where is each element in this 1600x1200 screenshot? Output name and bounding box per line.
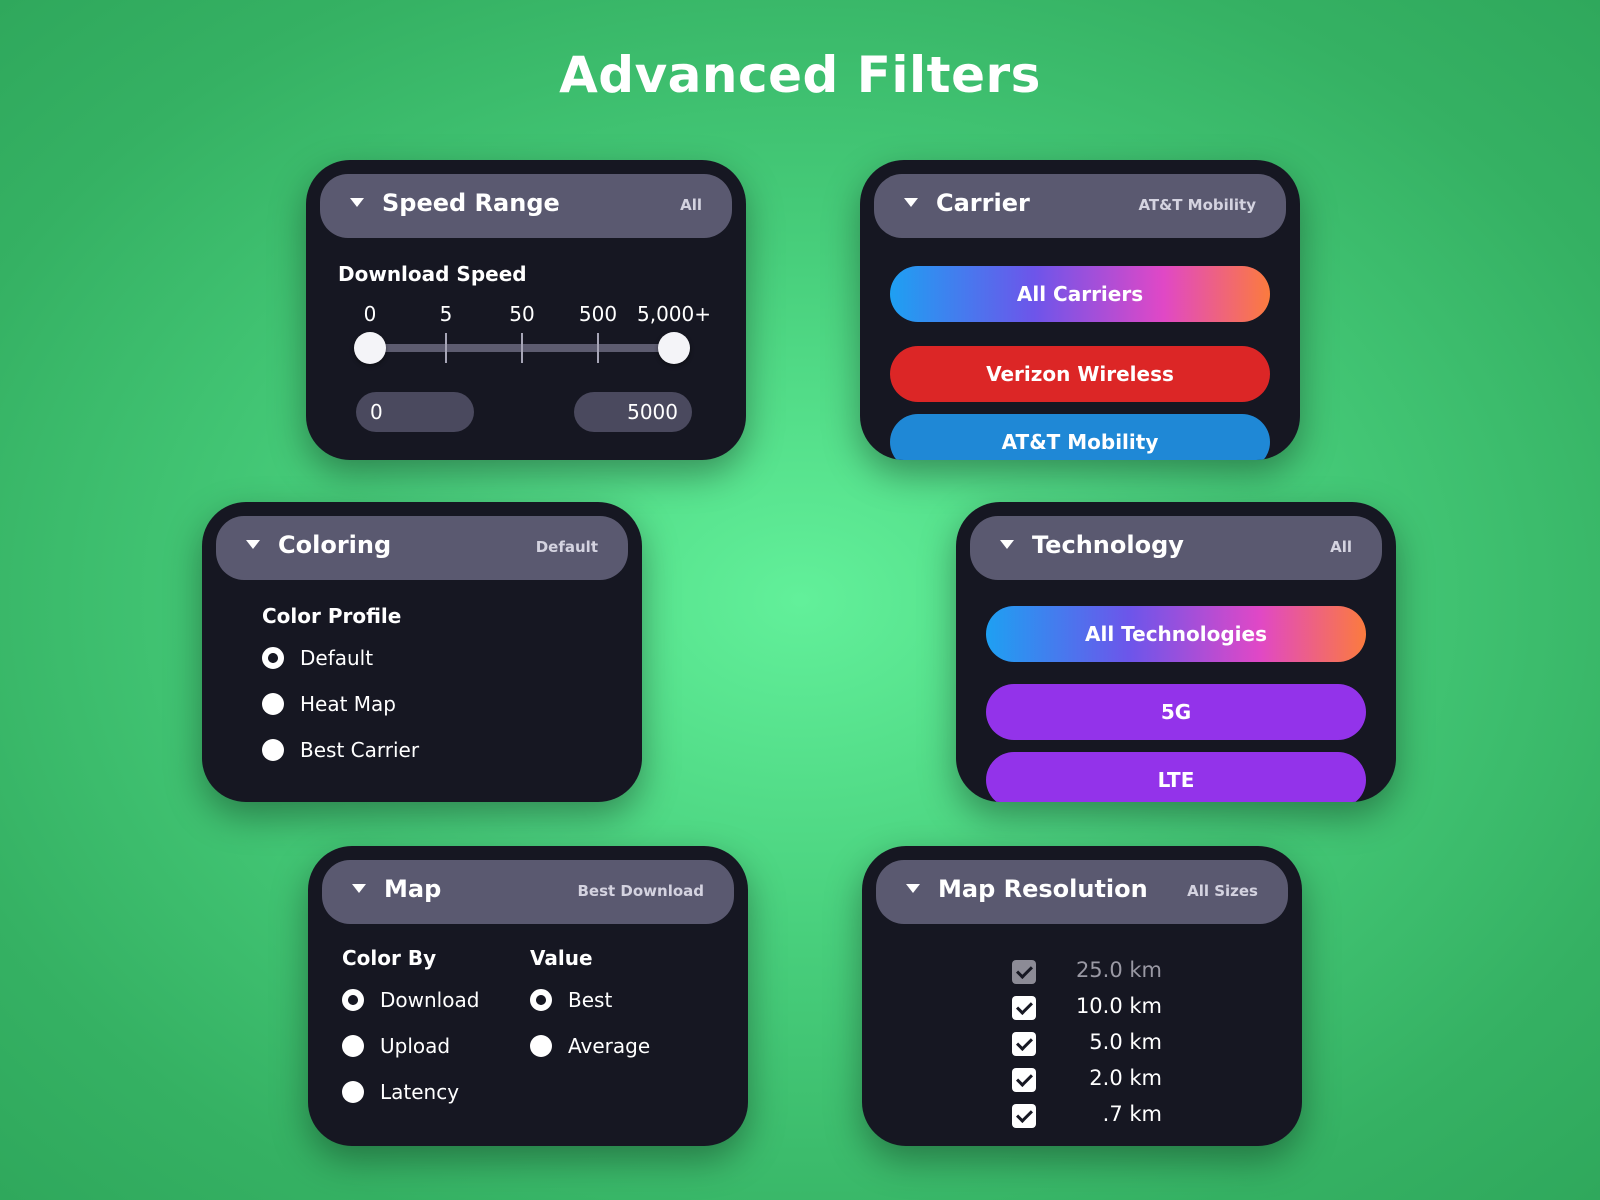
radio-selected-icon[interactable] [530,989,552,1011]
radio-icon[interactable] [342,1035,364,1057]
resolution-option-2km[interactable]: 2.0 km [1012,1066,1162,1094]
download-speed-label: Download Speed [338,262,527,286]
map-header[interactable]: Map Best Download [322,860,734,924]
radio-selected-icon[interactable] [262,647,284,669]
chevron-down-icon [352,884,366,893]
value-label: Value [530,946,593,970]
radio-icon[interactable] [262,739,284,761]
color-by-label: Color By [342,946,437,970]
radio-label: Average [568,1034,651,1058]
value-option-best[interactable]: Best [530,988,612,1012]
carrier-option-att-mobility[interactable]: AT&T Mobility [890,414,1270,460]
resolution-label: .7 km [1102,1102,1162,1126]
checkbox-checked-icon[interactable] [1012,1104,1036,1128]
color-profile-option-heat-map[interactable]: Heat Map [262,692,396,716]
radio-label: Heat Map [300,692,397,716]
resolution-label: 25.0 km [1075,958,1162,982]
color-profile-option-best-carrier[interactable]: Best Carrier [262,738,419,762]
speed-slider-max-handle[interactable] [658,332,690,364]
map-resolution-title: Map Resolution [938,875,1148,903]
color-by-option-latency[interactable]: Latency [342,1080,459,1104]
resolution-option-5km[interactable]: 5.0 km [1012,1030,1162,1058]
map-panel: Map Best Download Color By Download Uplo… [308,846,748,1146]
map-value: Best Download [577,882,704,900]
page-title: Advanced Filters [559,46,1041,104]
carrier-option-all-carriers[interactable]: All Carriers [890,266,1270,322]
carrier-panel: Carrier AT&T Mobility All Carriers Veriz… [860,160,1300,460]
technology-option-all-technologies[interactable]: All Technologies [986,606,1366,662]
speed-slider-min-handle[interactable] [354,332,386,364]
value-option-average[interactable]: Average [530,1034,650,1058]
technology-panel: Technology All All Technologies 5G LTE [956,502,1396,802]
technology-option-5g[interactable]: 5G [986,684,1366,740]
radio-label: Latency [380,1080,460,1104]
resolution-option-25km[interactable]: 25.0 km [1012,958,1162,986]
radio-label: Best [568,988,613,1012]
color-profile-label: Color Profile [262,604,402,628]
resolution-option-07km[interactable]: .7 km [1012,1102,1162,1130]
carrier-value: AT&T Mobility [1138,196,1256,214]
map-title: Map [384,875,442,903]
tick-mark [521,333,523,363]
tick-label: 5 [439,302,453,326]
min-speed-input[interactable]: 0 [356,392,474,432]
chevron-down-icon [1000,540,1014,549]
radio-label: Upload [380,1034,451,1058]
tick-label: 5,000+ [636,302,712,326]
speed-range-value: All [680,196,702,214]
speed-range-panel: Speed Range All Download Speed 0 5 50 50… [306,160,746,460]
speed-range-header[interactable]: Speed Range All [320,174,732,238]
checkbox-checked-icon[interactable] [1012,1032,1036,1056]
checkbox-checked-icon[interactable] [1012,1068,1036,1092]
tick-label: 0 [363,302,377,326]
tick-mark [597,333,599,363]
chevron-down-icon [906,884,920,893]
resolution-label: 2.0 km [1089,1066,1162,1090]
resolution-option-10km[interactable]: 10.0 km [1012,994,1162,1022]
tick-label: 500 [578,302,618,326]
tick-label: 50 [509,302,535,326]
coloring-title: Coloring [278,531,392,559]
chevron-down-icon [246,540,260,549]
chevron-down-icon [904,198,918,207]
carrier-option-verizon-wireless[interactable]: Verizon Wireless [890,346,1270,402]
max-speed-input[interactable]: 5000 [574,392,692,432]
color-by-option-upload[interactable]: Upload [342,1034,450,1058]
technology-header[interactable]: Technology All [970,516,1382,580]
resolution-label: 5.0 km [1089,1030,1162,1054]
coloring-value: Default [535,538,598,556]
checkbox-checked-icon[interactable] [1012,960,1036,984]
checkbox-checked-icon[interactable] [1012,996,1036,1020]
map-resolution-value: All Sizes [1187,882,1258,900]
technology-title: Technology [1032,531,1184,559]
speed-range-title: Speed Range [382,189,560,217]
map-resolution-panel: Map Resolution All Sizes 25.0 km 10.0 km… [862,846,1302,1146]
coloring-header[interactable]: Coloring Default [216,516,628,580]
carrier-title: Carrier [936,189,1030,217]
radio-icon[interactable] [342,1081,364,1103]
resolution-label: 10.0 km [1075,994,1162,1018]
radio-label: Download [380,988,480,1012]
color-profile-option-default[interactable]: Default [262,646,373,670]
chevron-down-icon [350,198,364,207]
technology-option-lte[interactable]: LTE [986,752,1366,802]
radio-selected-icon[interactable] [342,989,364,1011]
tick-mark [445,333,447,363]
radio-icon[interactable] [262,693,284,715]
technology-value: All [1330,538,1352,556]
radio-label: Best Carrier [300,738,420,762]
color-by-option-download[interactable]: Download [342,988,479,1012]
radio-label: Default [300,646,374,670]
carrier-header[interactable]: Carrier AT&T Mobility [874,174,1286,238]
radio-icon[interactable] [530,1035,552,1057]
map-resolution-header[interactable]: Map Resolution All Sizes [876,860,1288,924]
coloring-panel: Coloring Default Color Profile Default H… [202,502,642,802]
